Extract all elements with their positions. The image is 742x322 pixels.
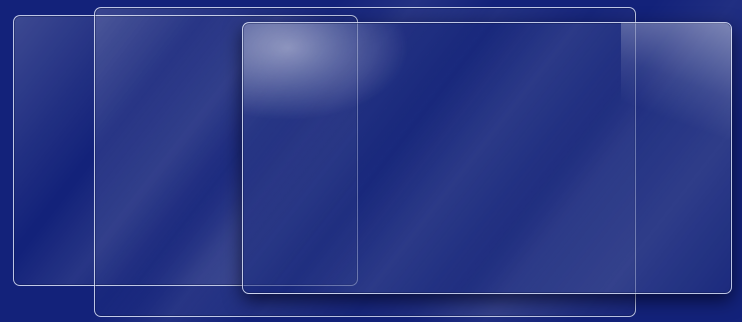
glass-highlight xyxy=(621,23,731,153)
front-glass-window[interactable] xyxy=(242,22,732,294)
desktop-background xyxy=(0,0,742,322)
